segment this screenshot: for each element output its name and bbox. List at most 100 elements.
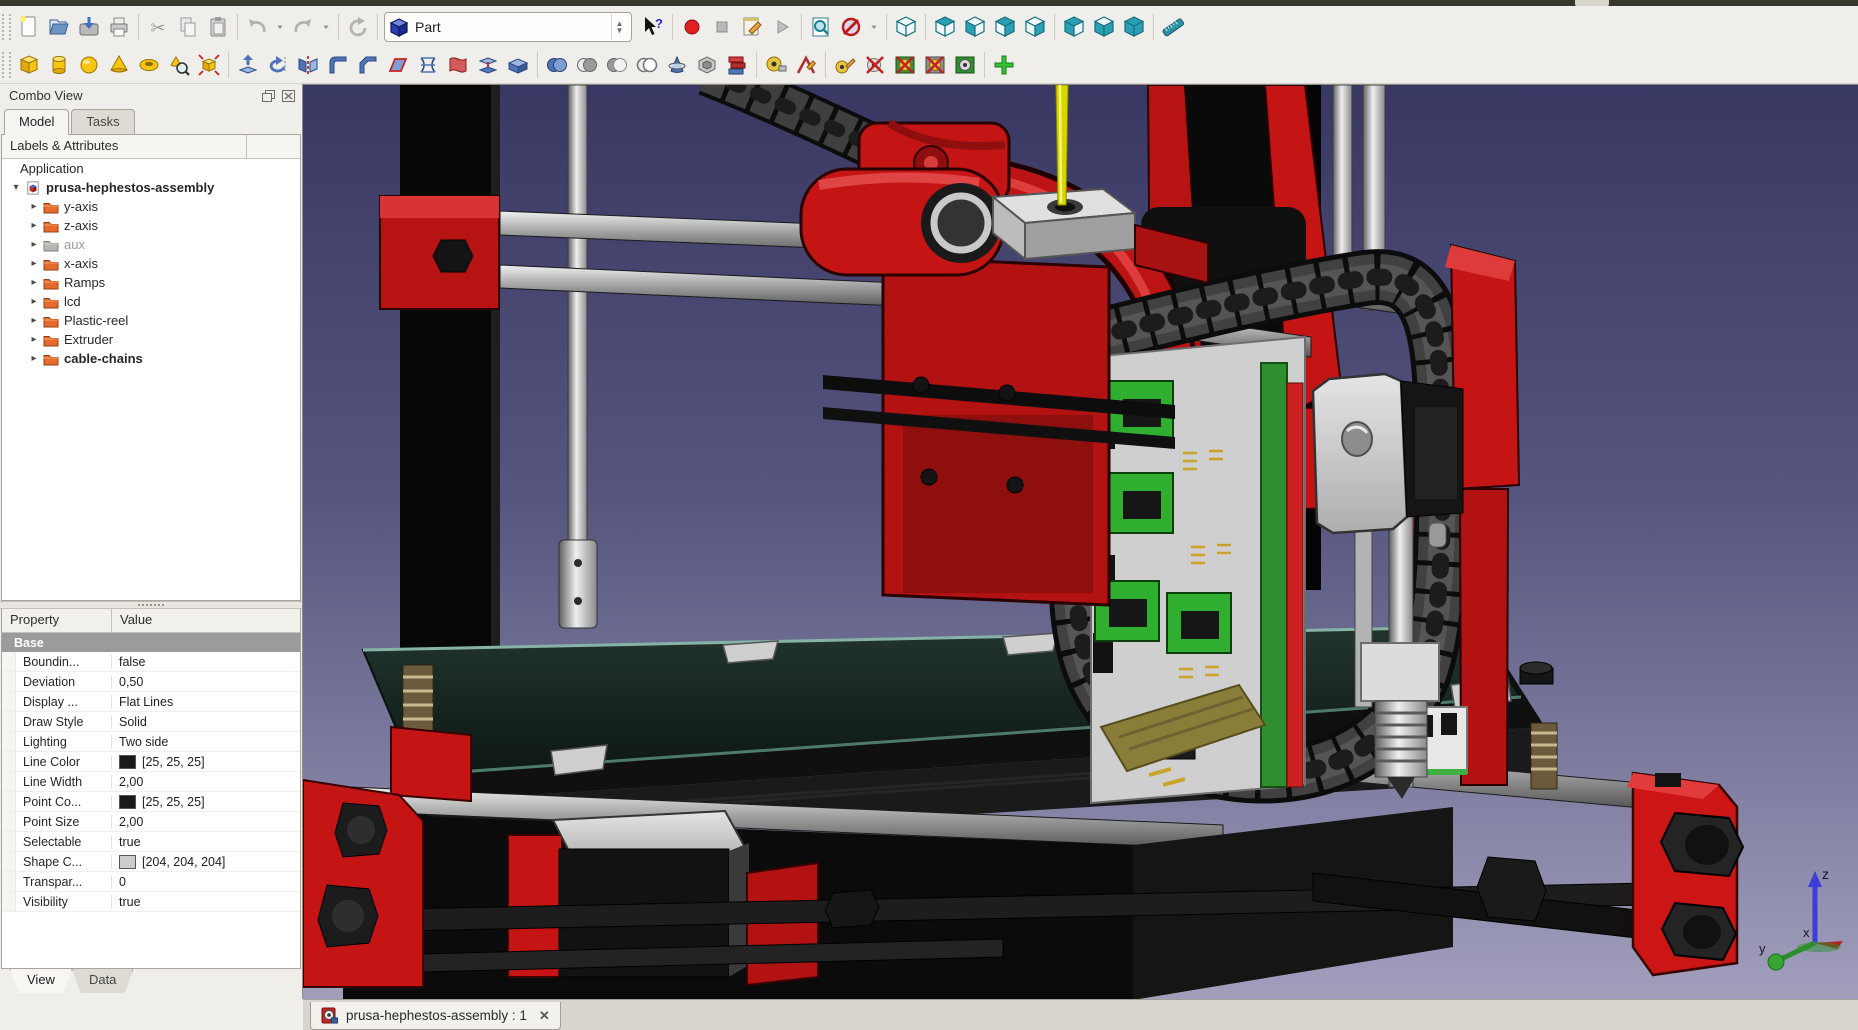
view-fit-button[interactable] [891, 12, 921, 42]
property-row-draw-style[interactable]: Draw StyleSolid [2, 712, 300, 732]
toolbar-handle[interactable] [2, 52, 11, 78]
property-row-shape-c-[interactable]: Shape C...[204, 204, 204] [2, 852, 300, 872]
view-rear-button[interactable] [1059, 12, 1089, 42]
chevron-right-icon[interactable]: ▸ [28, 258, 40, 269]
view-front-button[interactable] [960, 12, 990, 42]
measure-clear-all-button[interactable] [860, 50, 890, 80]
property-row-selectable[interactable]: Selectabletrue [2, 832, 300, 852]
measure-refresh-button[interactable] [830, 50, 860, 80]
view-axonometric-button[interactable] [930, 12, 960, 42]
chevron-right-icon[interactable]: ▸ [28, 315, 40, 326]
tree-root-application[interactable]: Application [2, 159, 300, 178]
copy-button[interactable] [173, 12, 203, 42]
tree-item-aux[interactable]: ▸aux [2, 235, 300, 254]
property-row-deviation[interactable]: Deviation0,50 [2, 672, 300, 692]
measure-toggle-all-button[interactable] [890, 50, 920, 80]
document-tab[interactable]: prusa-hephestos-assembly : 1 ✕ [310, 1002, 561, 1030]
property-value[interactable]: 0 [112, 875, 300, 889]
tree-item-lcd[interactable]: ▸lcd [2, 292, 300, 311]
macro-record-button[interactable] [677, 12, 707, 42]
clipping-dropdown-button[interactable] [866, 12, 882, 42]
part-boolean-dialog-button[interactable] [722, 50, 752, 80]
refresh-button[interactable] [343, 12, 373, 42]
part-primitives-button[interactable] [194, 50, 224, 80]
chevron-right-icon[interactable]: ▸ [28, 334, 40, 345]
property-row-display-[interactable]: Display ...Flat Lines [2, 692, 300, 712]
redo-dropdown-button[interactable] [318, 12, 334, 42]
box-selection-button[interactable] [806, 12, 836, 42]
measure-toggle-delta-button[interactable] [950, 50, 980, 80]
tab-view[interactable]: View [10, 969, 72, 994]
property-value[interactable]: true [112, 835, 300, 849]
toolbar-handle[interactable] [2, 14, 11, 40]
chevron-right-icon[interactable]: ▸ [28, 277, 40, 288]
chevron-right-icon[interactable]: ▸ [28, 239, 40, 250]
tree-item-cable-chains[interactable]: ▸cable-chains [2, 349, 300, 368]
property-value[interactable]: true [112, 895, 300, 909]
part-revolve-button[interactable] [263, 50, 293, 80]
clipping-plane-button[interactable] [836, 12, 866, 42]
chevron-right-icon[interactable]: ▸ [28, 353, 40, 364]
tree-item-ramps[interactable]: ▸Ramps [2, 273, 300, 292]
viewport-3d[interactable]: z x y [303, 84, 1858, 999]
tree-item-document[interactable]: ▾prusa-hephestos-assembly [2, 178, 300, 197]
property-value[interactable]: Solid [112, 715, 300, 729]
property-row-point-co-[interactable]: Point Co...[25, 25, 25] [2, 792, 300, 812]
property-value[interactable]: [25, 25, 25] [112, 755, 300, 769]
property-value[interactable]: 2,00 [112, 775, 300, 789]
whats-this-button[interactable]: ? [638, 12, 668, 42]
tree-item-plastic-reel[interactable]: ▸Plastic-reel [2, 311, 300, 330]
property-value[interactable]: Flat Lines [112, 695, 300, 709]
chevron-right-icon[interactable]: ▸ [28, 201, 40, 212]
tab-tasks[interactable]: Tasks [71, 109, 134, 134]
property-value[interactable]: false [112, 655, 300, 669]
new-document-button[interactable] [14, 12, 44, 42]
property-value[interactable]: Two side [112, 735, 300, 749]
view-left-button[interactable] [1119, 12, 1149, 42]
dock-float-button[interactable] [261, 89, 276, 103]
tree-item-y-axis[interactable]: ▸y-axis [2, 197, 300, 216]
chevron-down-icon[interactable]: ▾ [10, 182, 22, 193]
macro-play-button[interactable] [767, 12, 797, 42]
workbench-selector[interactable]: Part▲▼ [384, 12, 632, 42]
tree-item-extruder[interactable]: ▸Extruder [2, 330, 300, 349]
tree-item-z-axis[interactable]: ▸z-axis [2, 216, 300, 235]
part-sphere-button[interactable] [74, 50, 104, 80]
part-box-button[interactable] [14, 50, 44, 80]
view-bottom-button[interactable] [1089, 12, 1119, 42]
chevron-right-icon[interactable]: ▸ [28, 296, 40, 307]
save-document-button[interactable] [74, 12, 104, 42]
property-value[interactable]: [204, 204, 204] [112, 855, 300, 869]
undo-dropdown-button[interactable] [272, 12, 288, 42]
boolean-cut-button[interactable] [602, 50, 632, 80]
macro-stop-button[interactable] [707, 12, 737, 42]
boolean-union-button[interactable] [542, 50, 572, 80]
measure-toggle-3d-button[interactable] [920, 50, 950, 80]
property-row-line-color[interactable]: Line Color[25, 25, 25] [2, 752, 300, 772]
property-row-line-width[interactable]: Line Width2,00 [2, 772, 300, 792]
measure-linear-button[interactable] [761, 50, 791, 80]
boolean-common-button[interactable] [572, 50, 602, 80]
undo-button[interactable] [242, 12, 272, 42]
macro-edit-button[interactable] [737, 12, 767, 42]
property-row-transpar-[interactable]: Transpar...0 [2, 872, 300, 892]
tree-item-x-axis[interactable]: ▸x-axis [2, 254, 300, 273]
property-row-boundin-[interactable]: Boundin...false [2, 652, 300, 672]
dock-close-button[interactable] [281, 89, 296, 103]
property-value[interactable]: 0,50 [112, 675, 300, 689]
panel-splitter[interactable] [0, 601, 302, 609]
part-fillet-button[interactable] [323, 50, 353, 80]
part-thickness-button[interactable] [692, 50, 722, 80]
view-right-button[interactable] [1020, 12, 1050, 42]
document-tab-close[interactable]: ✕ [539, 1008, 550, 1024]
property-value[interactable]: [25, 25, 25] [112, 795, 300, 809]
part-loft-button[interactable] [443, 50, 473, 80]
property-value[interactable]: 2,00 [112, 815, 300, 829]
property-row-point-size[interactable]: Point Size2,00 [2, 812, 300, 832]
part-sweep-button[interactable] [473, 50, 503, 80]
print-document-button[interactable] [104, 12, 134, 42]
part-mirror-button[interactable] [293, 50, 323, 80]
part-ruled-surface-button[interactable] [413, 50, 443, 80]
view-top-button[interactable] [990, 12, 1020, 42]
chevron-right-icon[interactable]: ▸ [28, 220, 40, 231]
